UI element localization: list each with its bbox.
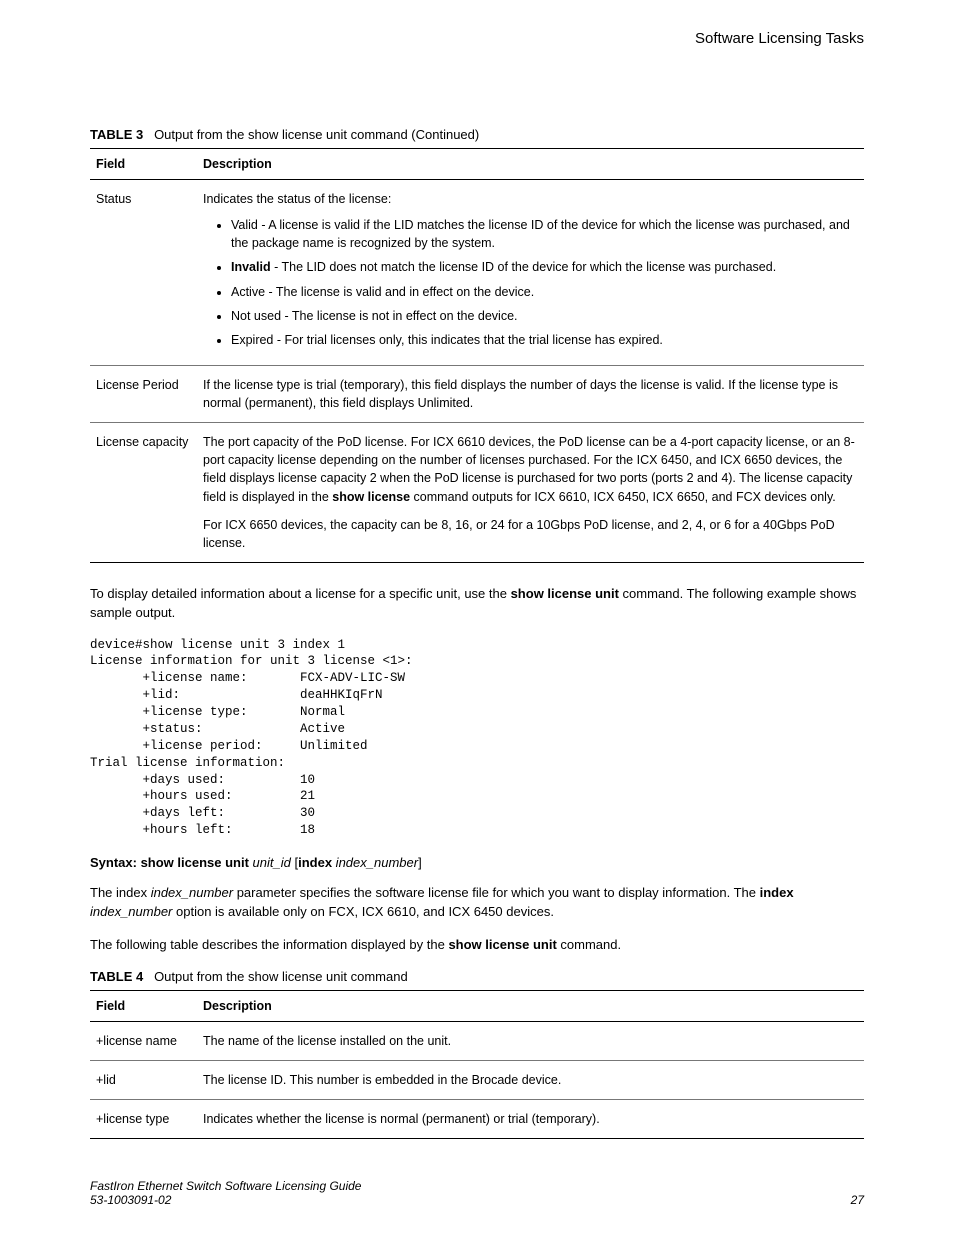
table-row: +lid The license ID. This number is embe… [90,1060,864,1099]
p1a: To display detailed information about a … [90,586,511,601]
cell-field: License Period [90,365,197,422]
list-item: Expired - For trial licenses only, this … [231,331,858,349]
p2e: index_number [90,904,172,919]
p2a: The index [90,885,151,900]
table4-head-desc: Description [197,990,864,1021]
syntax-prefix: Syntax: show license unit [90,855,249,870]
cell-desc: The name of the license installed on the… [197,1021,864,1060]
invalid-rest: - The LID does not match the license ID … [271,260,777,274]
cell-desc: If the license type is trial (temporary)… [197,365,864,422]
table3-title: Output from the show license unit comman… [154,127,479,142]
footer-docnum: 53-1003091-02 [90,1193,361,1207]
syntax-line: Syntax: show license unit unit_id [index… [90,855,864,870]
cap-p2: For ICX 6650 devices, the capacity can b… [203,516,858,552]
table4-head-field: Field [90,990,197,1021]
table3-head-desc: Description [197,149,864,180]
footer-page: 27 [851,1193,864,1207]
table-row: License capacity The port capacity of th… [90,423,864,563]
para-index: The index index_number parameter specifi… [90,884,864,922]
table-row: License Period If the license type is tr… [90,365,864,422]
list-item: Not used - The license is not in effect … [231,307,858,325]
cell-field: +license type [90,1099,197,1138]
table-row: Status Indicates the status of the licen… [90,180,864,366]
table3: Field Description Status Indicates the s… [90,148,864,563]
p2b: index_number [151,885,233,900]
table4: Field Description +license name The name… [90,990,864,1139]
list-item: Active - The license is valid and in eff… [231,283,858,301]
p2f: option is available only on FCX, ICX 661… [172,904,554,919]
table3-caption: TABLE 3 Output from the show license uni… [90,127,864,142]
table3-label: TABLE 3 [90,127,143,142]
cell-desc: Indicates the status of the license: Val… [197,180,864,366]
cli-output: device#show license unit 3 index 1 Licen… [90,637,864,840]
para-table4-intro: The following table describes the inform… [90,936,864,955]
syntax-lbr: [ [291,855,298,870]
p3c: command. [557,937,621,952]
cell-desc: Indicates whether the license is normal … [197,1099,864,1138]
status-bullets: Valid - A license is valid if the LID ma… [203,216,858,349]
footer-title: FastIron Ethernet Switch Software Licens… [90,1179,361,1193]
syntax-arg1: unit_id [249,855,291,870]
cell-desc: The license ID. This number is embedded … [197,1060,864,1099]
cell-field: Status [90,180,197,366]
status-intro: Indicates the status of the license: [203,192,391,206]
para-intro-unit: To display detailed information about a … [90,585,864,623]
cell-field: +lid [90,1060,197,1099]
p2d: index [760,885,794,900]
table3-head-field: Field [90,149,197,180]
list-item: Invalid - The LID does not match the lic… [231,258,858,276]
table4-label: TABLE 4 [90,969,143,984]
p2c: parameter specifies the software license… [233,885,760,900]
cell-field: License capacity [90,423,197,563]
table-row: +license type Indicates whether the lice… [90,1099,864,1138]
cell-field: +license name [90,1021,197,1060]
list-item: Valid - A license is valid if the LID ma… [231,216,858,252]
table-row: +license name The name of the license in… [90,1021,864,1060]
table4-caption: TABLE 4 Output from the show license uni… [90,969,864,984]
invalid-label: Invalid [231,260,271,274]
syntax-arg2: index_number [332,855,418,870]
syntax-rbr: ] [418,855,422,870]
cell-desc: The port capacity of the PoD license. Fo… [197,423,864,563]
p1b: show license unit [511,586,619,601]
p3b: show license unit [448,937,556,952]
cap-p1b: command outputs for ICX 6610, ICX 6450, … [410,490,836,504]
cap-showlic: show license [332,490,410,504]
syntax-idx: index [298,855,332,870]
p3a: The following table describes the inform… [90,937,448,952]
page-footer: FastIron Ethernet Switch Software Licens… [90,1179,864,1207]
table4-title: Output from the show license unit comman… [154,969,408,984]
section-header: Software Licensing Tasks [90,30,864,127]
